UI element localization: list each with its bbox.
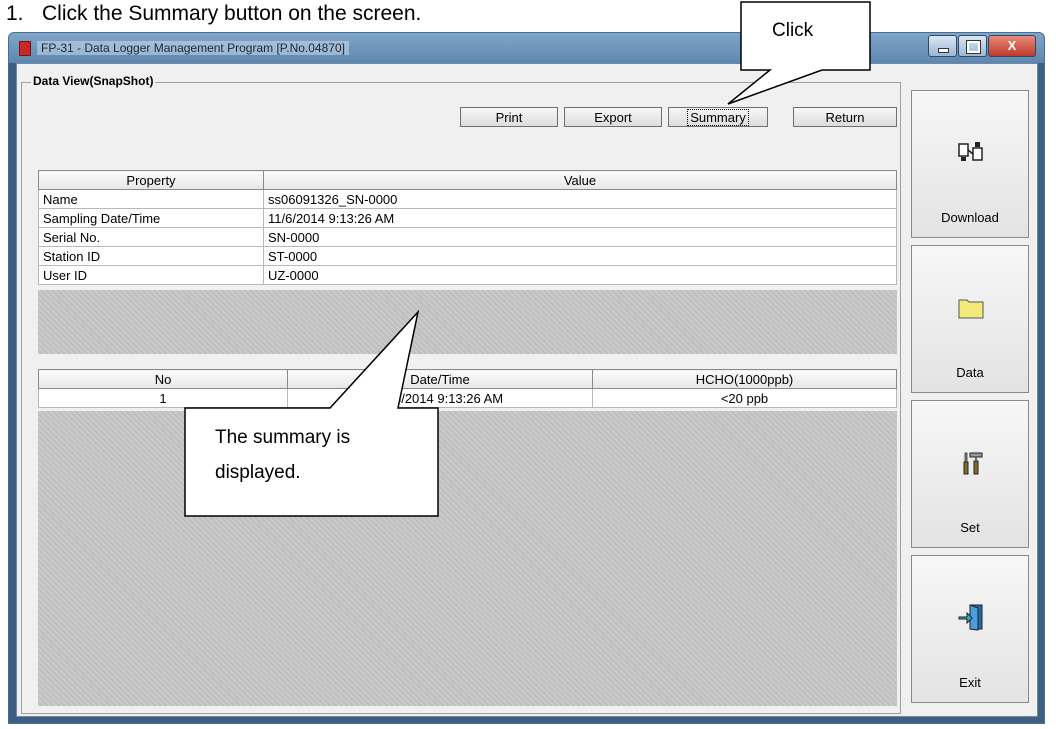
summary-callout-line2: displayed. [215, 462, 301, 483]
click-callout-shape [727, 1, 871, 105]
click-callout-text: Click [772, 20, 814, 41]
callout-pointers [184, 1, 871, 517]
summary-callout-shape [184, 309, 439, 517]
summary-callout-line1: The summary is [215, 427, 351, 448]
